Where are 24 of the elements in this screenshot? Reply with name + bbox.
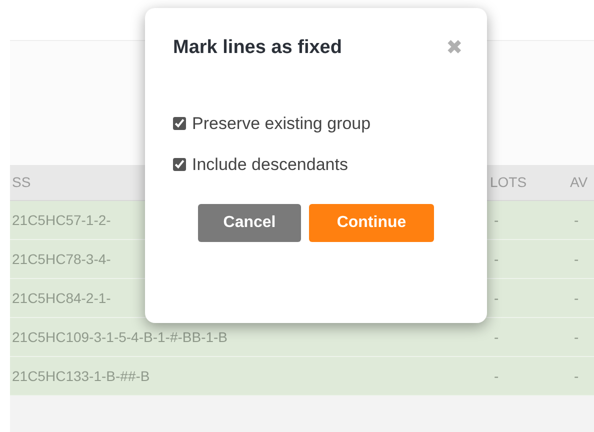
table-cell-text: -	[494, 288, 499, 308]
table-cell-text: -	[494, 328, 499, 346]
cancel-button[interactable]: Cancel	[198, 204, 301, 242]
table-cell-text: 21C5HC109-3-1-5-4-B-1-#-BB-1-B	[12, 328, 228, 346]
table-cell-text: -	[494, 366, 499, 386]
table-cell-text: 21C5HC78-3-4-	[12, 250, 111, 268]
table-cell-text: 21C5HC133-1-B-##-B	[12, 366, 150, 386]
checkbox[interactable]	[173, 158, 186, 172]
column-header[interactable]: AV	[570, 172, 594, 193]
table-cell-text: -	[574, 250, 579, 268]
close-button[interactable]: ✖	[446, 38, 463, 58]
checkbox-label: Include descendants	[192, 154, 348, 176]
checkbox-label: Preserve existing group	[192, 112, 371, 134]
table-cell-text: -	[574, 288, 579, 308]
checkbox[interactable]	[173, 116, 186, 130]
table-cell-text: -	[494, 210, 499, 230]
table-cell-text: -	[494, 250, 499, 268]
continue-button[interactable]: Continue	[309, 204, 434, 242]
table-cell-text: 21C5HC84-2-1-	[12, 288, 111, 308]
table-cell-text: 21C5HC57-1-2-	[12, 210, 111, 230]
dialog-title: Mark lines as fixed	[173, 36, 342, 60]
table-cell-text: -	[574, 210, 579, 230]
table-cell-text: -	[574, 328, 579, 346]
table-cell-text: -	[574, 366, 579, 386]
